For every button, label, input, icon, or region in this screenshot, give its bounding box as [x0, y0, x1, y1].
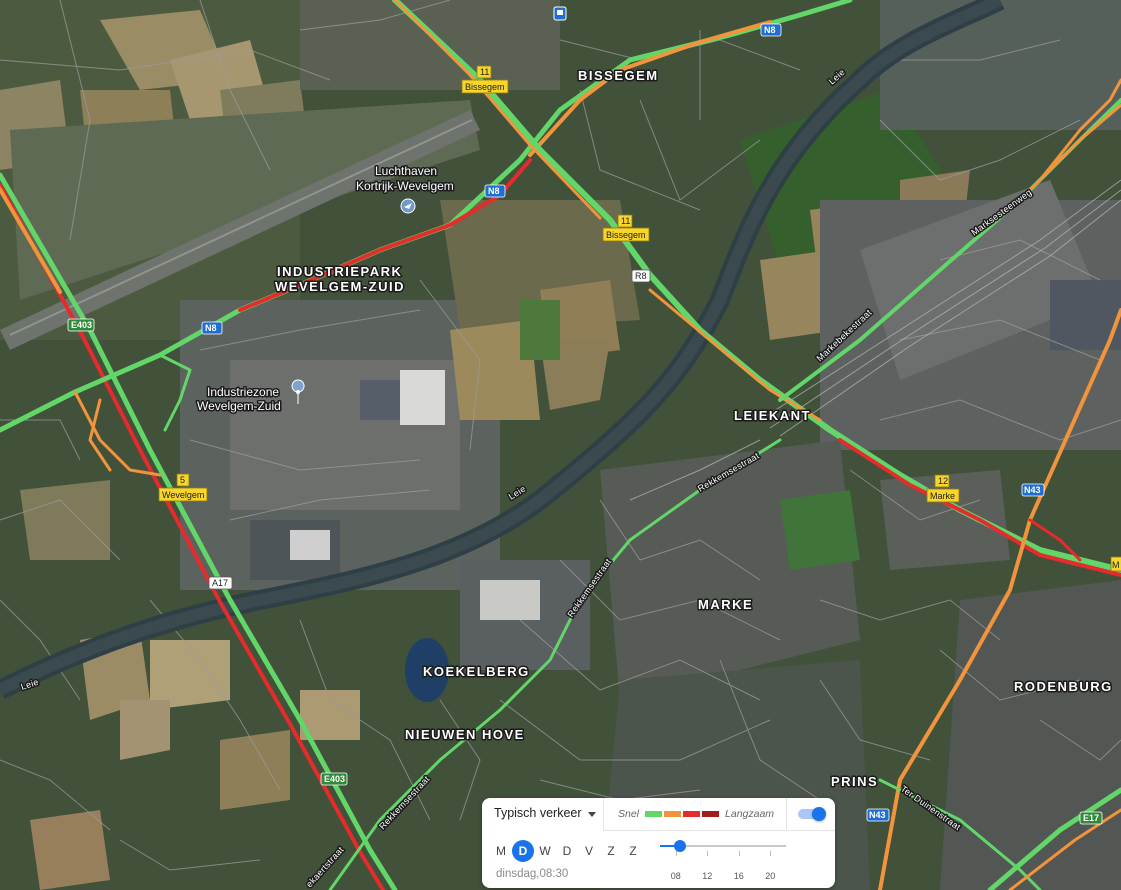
- label-industriezone-line2: Wevelgem-Zuid: [197, 399, 281, 413]
- day-button-tuesday[interactable]: D: [512, 840, 534, 862]
- traffic-panel: Typisch verkeer Snel Langzaam M D W D V …: [482, 798, 835, 888]
- shield-e403-south: E403: [320, 772, 348, 786]
- svg-text:Bissegem: Bissegem: [465, 82, 505, 92]
- slider-tick-label: 12: [702, 871, 713, 881]
- label-nieuwen-hove: NIEUWEN HOVE: [405, 727, 525, 742]
- shield-r8: R8: [631, 269, 651, 283]
- svg-text:N43: N43: [1024, 485, 1041, 495]
- svg-text:12: 12: [938, 476, 948, 486]
- label-leiekant: LEIEKANT: [734, 408, 811, 423]
- label-bissegem: BISSEGEM: [578, 68, 659, 83]
- panel-divider: [603, 830, 835, 831]
- svg-text:M: M: [1112, 560, 1120, 570]
- panel-divider: [786, 798, 787, 830]
- legend-swatch-fast: [645, 811, 663, 817]
- day-button-saturday[interactable]: Z: [600, 840, 622, 862]
- shield-n43-north: N43: [1021, 483, 1045, 497]
- label-industriezone-line1: Industriezone: [207, 385, 279, 399]
- label-airport-line1: Luchthaven: [375, 164, 437, 178]
- label-rodenburg: RODENBURG: [1014, 679, 1113, 694]
- slider-thumb[interactable]: [673, 840, 686, 852]
- traffic-legend: Snel Langzaam: [618, 808, 774, 820]
- shield-n8-airport: N8: [484, 184, 506, 198]
- slider-tick: [675, 851, 677, 856]
- svg-text:R8: R8: [635, 271, 647, 281]
- svg-text:N8: N8: [205, 323, 217, 333]
- slider-tick-label: 20: [765, 871, 776, 881]
- label-prins: PRINS: [831, 774, 878, 789]
- svg-text:E403: E403: [324, 774, 345, 784]
- svg-text:Marke: Marke: [930, 491, 955, 501]
- satellite-map[interactable]: BISSEGEM INDUSTRIEPARK WEVELGEM-ZUID LEI…: [0, 0, 1121, 890]
- shield-a17: A17: [208, 576, 233, 590]
- svg-text:11: 11: [480, 67, 489, 77]
- label-industriepark-line2: WEVELGEM-ZUID: [275, 279, 405, 294]
- day-button-sunday[interactable]: Z: [622, 840, 644, 862]
- selected-day-time: dinsdag,08:30: [496, 868, 569, 880]
- label-industriepark-line1: INDUSTRIEPARK: [277, 264, 402, 279]
- svg-text:E17: E17: [1083, 813, 1099, 823]
- traffic-mode-label: Typisch verkeer: [494, 806, 582, 820]
- svg-text:11: 11: [621, 216, 630, 226]
- label-airport-line2: Kortrijk-Wevelgem: [356, 179, 454, 193]
- transit-station-icon[interactable]: [553, 6, 567, 21]
- label-koekelberg: KOEKELBERG: [423, 664, 530, 679]
- legend-slow-label: Langzaam: [725, 808, 775, 820]
- traffic-mode-dropdown[interactable]: Typisch verkeer: [494, 806, 596, 820]
- slider-tick: [707, 851, 709, 856]
- time-slider[interactable]: 08 12 16 20: [660, 840, 786, 881]
- shield-n43-south: N43: [866, 808, 890, 822]
- shield-e17: E17: [1079, 811, 1103, 825]
- exit-m-edge: M: [1110, 556, 1121, 572]
- traffic-toggle[interactable]: [798, 807, 826, 821]
- day-button-monday[interactable]: M: [490, 840, 512, 862]
- panel-divider: [603, 798, 604, 830]
- shield-n8-north: N8: [760, 23, 782, 37]
- svg-text:5: 5: [180, 475, 185, 485]
- shield-e403-north: E403: [67, 318, 95, 332]
- day-button-thursday[interactable]: D: [556, 840, 578, 862]
- slider-tick: [770, 851, 772, 856]
- legend-swatch-slow: [683, 811, 701, 817]
- shield-n8-west: N8: [201, 321, 223, 335]
- day-button-friday[interactable]: V: [578, 840, 600, 862]
- svg-text:Bissegem: Bissegem: [606, 230, 646, 240]
- legend-swatch-very-slow: [702, 811, 720, 817]
- slider-tick-label: 16: [733, 871, 744, 881]
- svg-text:N43: N43: [869, 810, 886, 820]
- label-marke: MARKE: [698, 597, 753, 612]
- toggle-knob: [812, 807, 826, 821]
- day-button-wednesday[interactable]: W: [534, 840, 556, 862]
- slider-tick-label: 08: [670, 871, 681, 881]
- dropdown-caret-icon: [587, 811, 596, 817]
- legend-swatch-medium: [664, 811, 682, 817]
- slider-tick: [738, 851, 740, 856]
- svg-text:N8: N8: [488, 186, 500, 196]
- legend-fast-label: Snel: [618, 808, 640, 820]
- svg-text:E403: E403: [71, 320, 92, 330]
- svg-text:N8: N8: [764, 25, 776, 35]
- day-selector: M D W D V Z Z: [490, 840, 644, 862]
- airport-pin-icon[interactable]: [400, 198, 416, 214]
- svg-text:A17: A17: [212, 578, 228, 588]
- svg-text:Wevelgem: Wevelgem: [162, 490, 204, 500]
